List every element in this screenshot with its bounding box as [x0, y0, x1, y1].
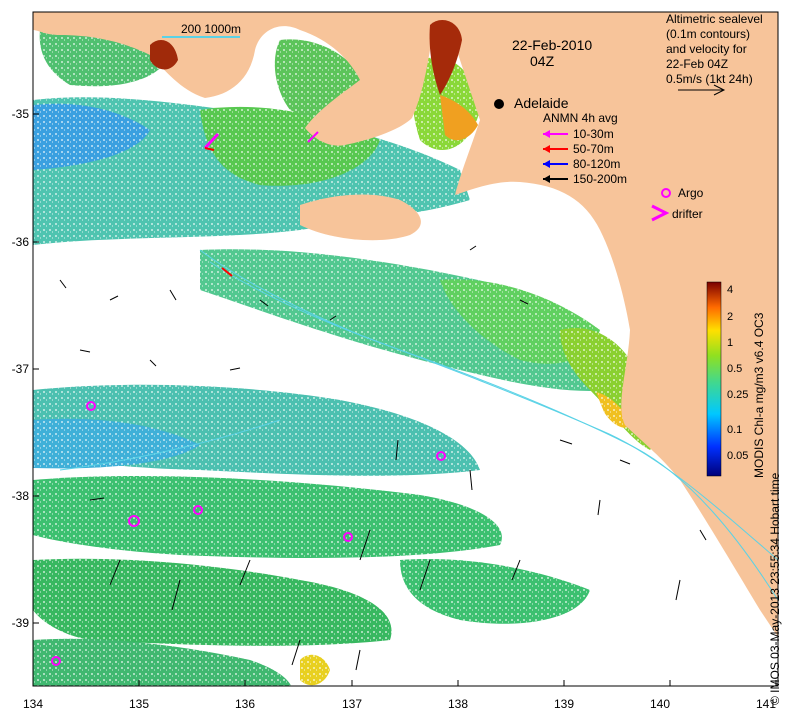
colorbar-tick: 0.05: [727, 450, 748, 462]
colorbar-title: MODIS Chl-a mg/m3 v6.4 OC3: [752, 312, 766, 478]
legend-item-label: 10-30m: [573, 127, 614, 141]
colorbar-tick: 0.5: [727, 363, 742, 375]
y-tick-label: -37: [12, 362, 30, 376]
svg-text:Altimetric sealevel: Altimetric sealevel: [666, 12, 763, 26]
x-tick-label: 139: [554, 697, 574, 711]
argo-legend-label: Argo: [678, 186, 704, 200]
scale-bar-label: 200 1000m: [181, 22, 241, 36]
drifter-legend-label: drifter: [672, 207, 703, 221]
legend-item-label: 80-120m: [573, 157, 620, 171]
map-date: 22-Feb-2010: [512, 37, 592, 53]
y-tick-label: -36: [12, 235, 30, 249]
x-tick-label: 140: [650, 697, 670, 711]
x-tick-label: 136: [235, 697, 255, 711]
y-tick-label: -39: [12, 616, 30, 630]
map-plot-area: Adelaide 200 1000m 22-Feb-2010 04Z Altim…: [33, 12, 778, 686]
colorbar-tick: 0.1: [727, 424, 742, 436]
colorbar-tick: 2: [727, 311, 733, 323]
legend-item-label: 50-70m: [573, 142, 614, 156]
svg-text:(0.1m contours): (0.1m contours): [666, 27, 750, 41]
place-label: Adelaide: [514, 95, 569, 111]
y-tick-label: -35: [12, 107, 30, 121]
x-tick-label: 138: [448, 697, 468, 711]
legend-title: ANMN 4h avg: [543, 111, 618, 125]
colorbar-tick: 4: [727, 284, 733, 296]
x-tick-label: 134: [23, 697, 43, 711]
legend-item-label: 150-200m: [573, 172, 627, 186]
svg-text:and velocity for: and velocity for: [666, 42, 747, 56]
map-time: 04Z: [530, 53, 555, 69]
x-tick-label: 135: [129, 697, 149, 711]
chlorophyll-map: Adelaide 200 1000m 22-Feb-2010 04Z Altim…: [12, 11, 779, 711]
colorbar-tick: 1: [727, 337, 733, 349]
svg-text:0.5m/s (1kt 24h): 0.5m/s (1kt 24h): [666, 72, 753, 86]
svg-text:22-Feb 04Z: 22-Feb 04Z: [666, 57, 728, 71]
x-tick-label: 137: [342, 697, 362, 711]
colorbar-gradient: [706, 281, 722, 477]
colorbar-tick: 0.25: [727, 389, 748, 401]
y-tick-label: -38: [12, 489, 30, 503]
adelaide-marker: [494, 99, 504, 109]
footer-credit: © IMOS 03-May-2013 23:55:34 Hobart time: [768, 472, 782, 705]
